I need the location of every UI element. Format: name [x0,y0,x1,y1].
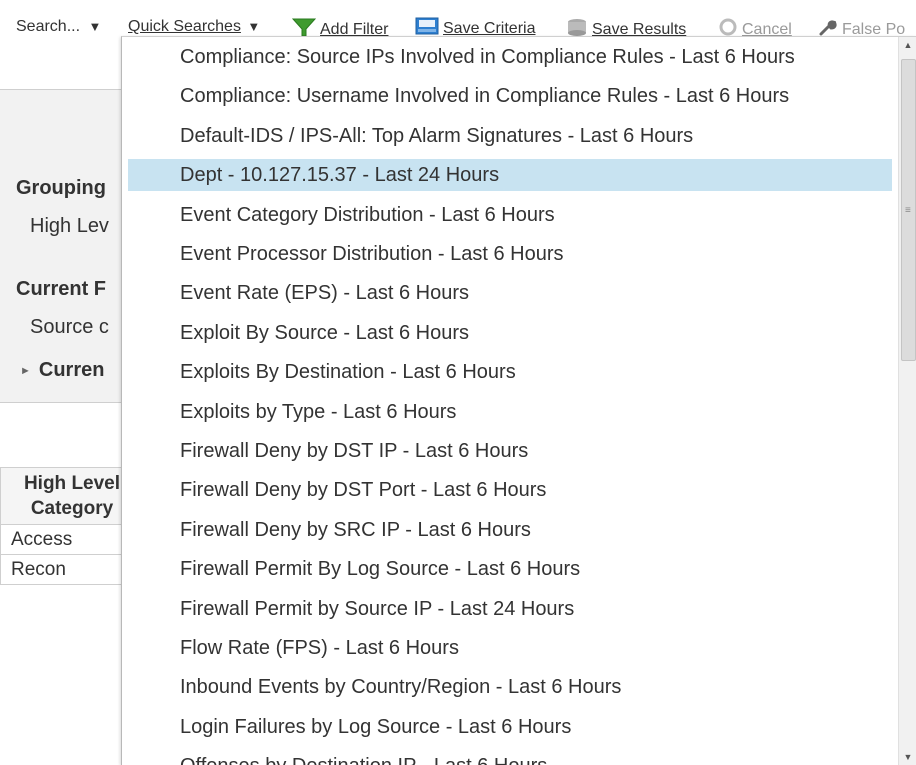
current-expand-label: Curren [38,359,105,381]
scroll-down-icon[interactable]: ▼ [899,749,916,765]
quick-search-item[interactable]: Event Processor Distribution - Last 6 Ho… [128,238,892,270]
quick-searches-button[interactable]: Quick Searches ▼ [128,17,260,37]
search-menu-button[interactable]: Search... ▼ [16,17,101,37]
grip-icon: ≡ [905,205,911,216]
quick-search-item[interactable]: Event Rate (EPS) - Last 6 Hours [128,277,892,309]
chevron-down-icon: ▼ [247,19,261,34]
scroll-up-icon[interactable]: ▲ [899,37,916,53]
quick-search-item[interactable]: Inbound Events by Country/Region - Last … [128,671,892,703]
scrollbar-thumb[interactable]: ≡ [901,59,916,361]
expand-arrow-icon: ► [20,364,31,377]
quick-searches-label: Quick Searches [128,18,241,35]
quick-search-item[interactable]: Exploit By Source - Last 6 Hours [128,317,892,349]
quick-search-item[interactable]: Compliance: Username Involved in Complia… [128,80,892,112]
quick-search-item[interactable]: Default-IDS / IPS-All: Top Alarm Signatu… [128,120,892,152]
quick-search-item[interactable]: Exploits by Type - Last 6 Hours [128,396,892,428]
current-filter-value: Source c [30,316,109,338]
quick-search-item[interactable]: Firewall Permit by Source IP - Last 24 H… [128,593,892,625]
grouping-heading: Grouping [16,177,106,199]
chevron-down-icon: ▼ [88,19,102,34]
quick-search-item[interactable]: Firewall Deny by SRC IP - Last 6 Hours [128,514,892,546]
current-expand-toggle[interactable]: ► Curren [20,359,104,382]
quick-search-item-selected[interactable]: Dept - 10.127.15.37 - Last 24 Hours [128,159,892,191]
quick-search-item[interactable]: Offenses by Destination IP - Last 6 Hour… [128,750,892,765]
save-criteria-label: Save Criteria [443,20,536,38]
quick-search-item[interactable]: Event Category Distribution - Last 6 Hou… [128,199,892,231]
grouping-value: High Lev [30,215,109,237]
quick-search-item[interactable]: Compliance: Source IPs Involved in Compl… [128,41,892,73]
quick-search-item[interactable]: Login Failures by Log Source - Last 6 Ho… [128,711,892,743]
quick-searches-dropdown: Compliance: Source IPs Involved in Compl… [121,36,916,765]
quick-search-item[interactable]: Firewall Deny by DST Port - Last 6 Hours [128,474,892,506]
quick-search-item[interactable]: Flow Rate (FPS) - Last 6 Hours [128,632,892,664]
quick-search-item[interactable]: Exploits By Destination - Last 6 Hours [128,356,892,388]
scrollbar[interactable]: ▲ ≡ ▼ [898,37,916,765]
quick-search-item[interactable]: Firewall Deny by DST IP - Last 6 Hours [128,435,892,467]
current-filter-heading: Current F [16,278,106,300]
search-menu-label: Search... [16,18,81,35]
quick-search-item[interactable]: Firewall Permit By Log Source - Last 6 H… [128,553,892,585]
